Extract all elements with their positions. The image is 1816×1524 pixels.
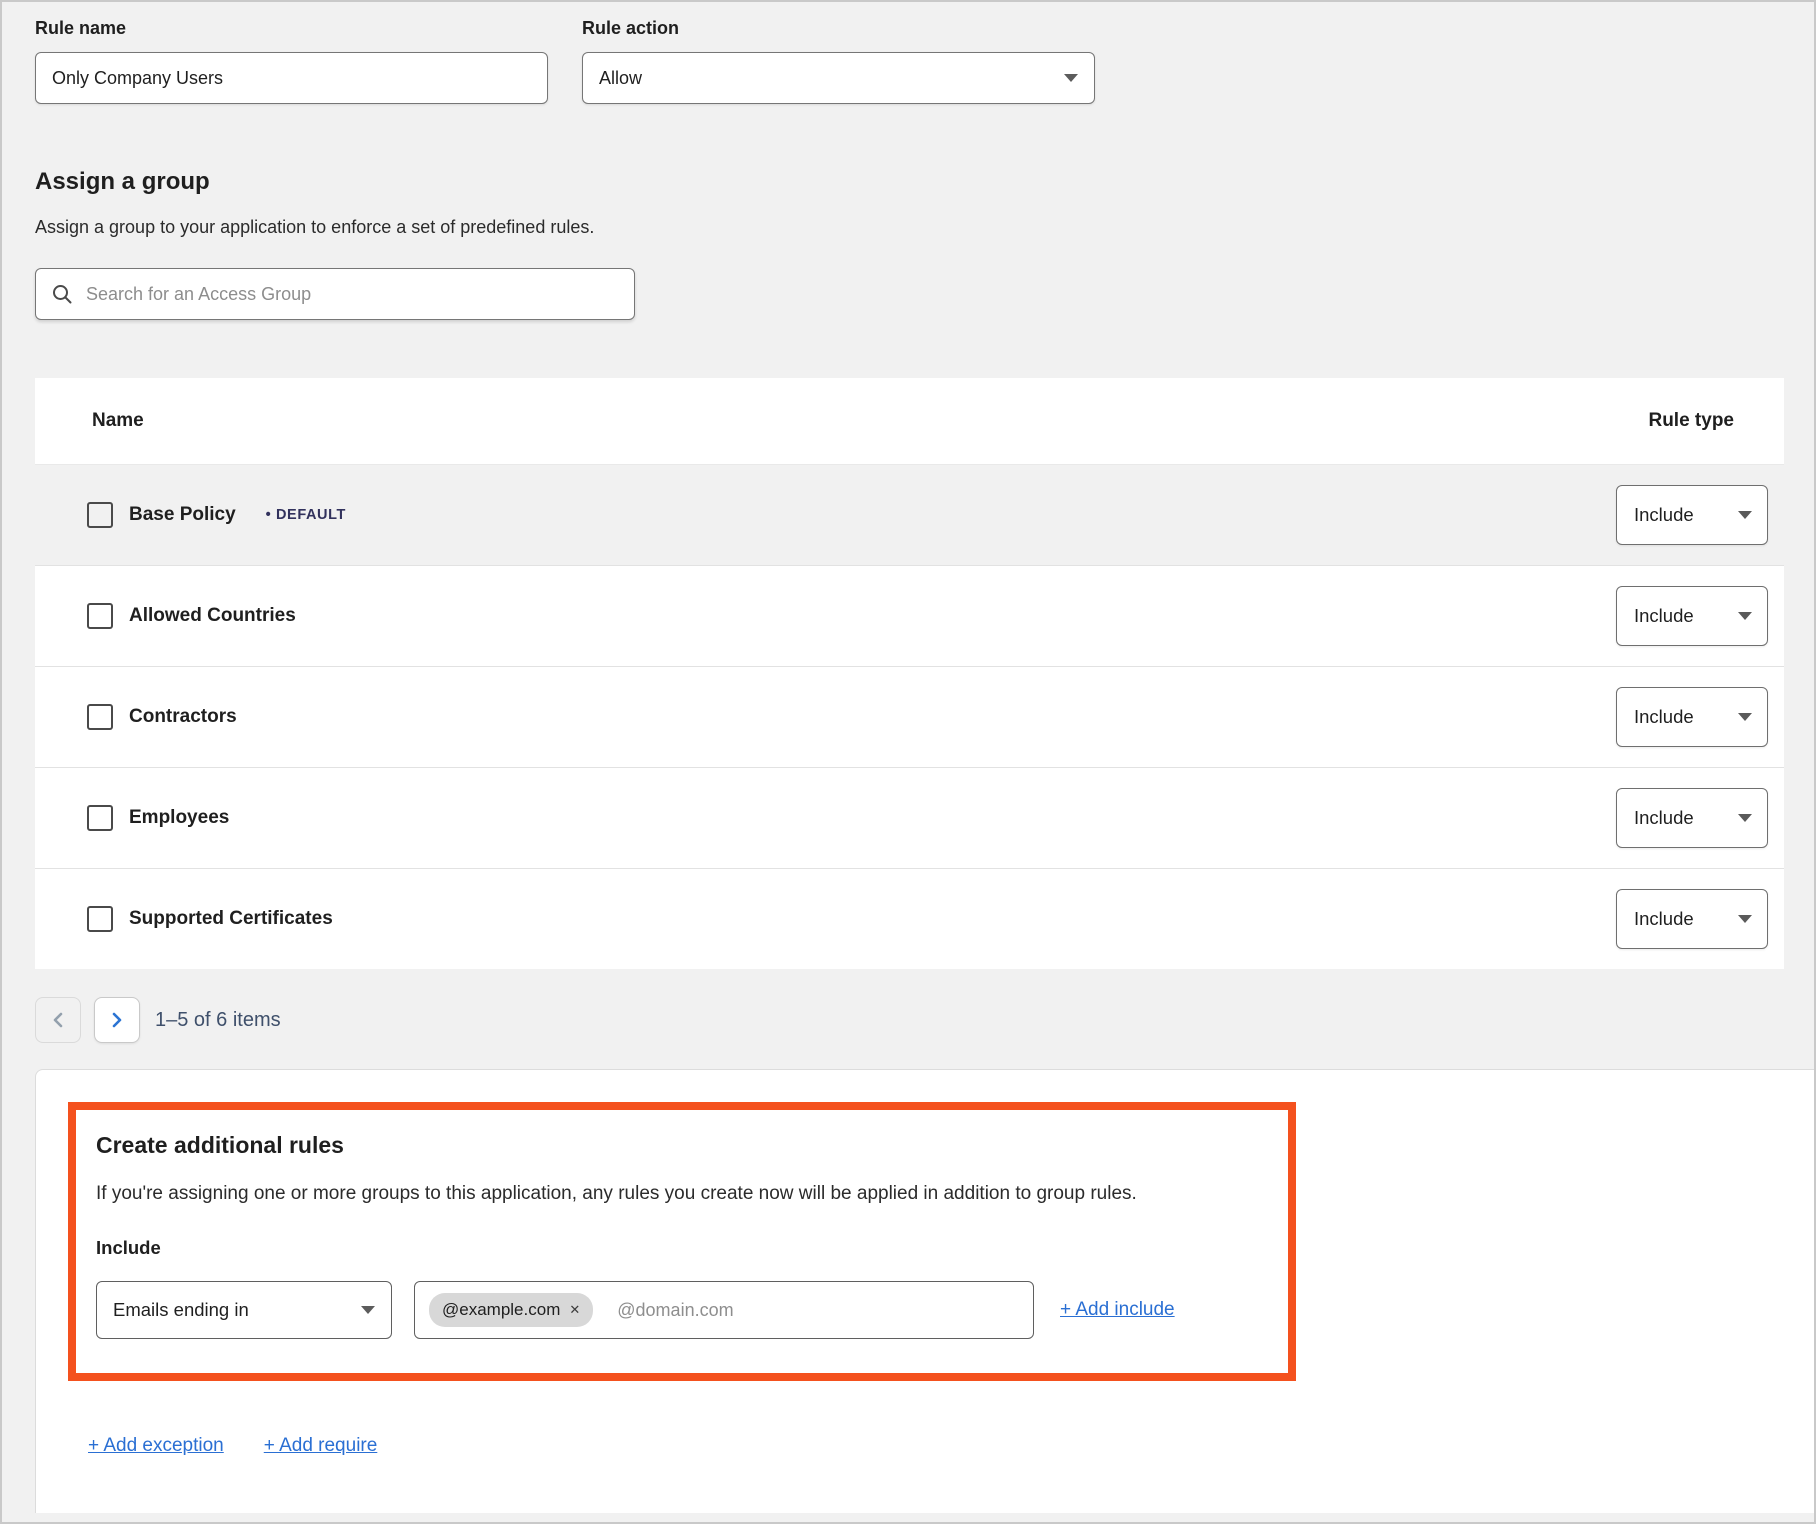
create-additional-rules-highlight: Create additional rules If you're assign… [68, 1102, 1296, 1381]
row-checkbox[interactable] [87, 906, 113, 932]
chevron-down-icon [1738, 612, 1752, 620]
pagination-summary: 1–5 of 6 items [155, 1009, 281, 1032]
table-row-employees: Employees Include [35, 767, 1784, 868]
row-name: Supported Certificates [129, 908, 333, 930]
rule-action-field-group: Rule action Allow [582, 18, 1095, 104]
create-additional-rules-heading: Create additional rules [96, 1132, 1268, 1159]
condition-type-select[interactable]: Emails ending in [96, 1281, 392, 1339]
row-checkbox[interactable] [87, 805, 113, 831]
rule-type-select[interactable]: Include [1616, 485, 1768, 545]
rule-form-row: Rule name Only Company Users Rule action… [35, 18, 1814, 104]
rule-name-value: Only Company Users [52, 68, 223, 89]
row-checkbox[interactable] [87, 502, 113, 528]
row-checkbox[interactable] [87, 704, 113, 730]
column-header-name: Name [92, 410, 144, 432]
chevron-left-icon [51, 1011, 65, 1029]
rule-type-select[interactable]: Include [1616, 889, 1768, 949]
rule-type-value: Include [1634, 504, 1694, 526]
rule-type-value: Include [1634, 807, 1694, 829]
domain-chip-value: @example.com [442, 1300, 560, 1320]
chevron-down-icon [361, 1306, 375, 1314]
chevron-down-icon [1738, 814, 1752, 822]
add-require-link[interactable]: + Add require [264, 1435, 378, 1457]
rule-name-input[interactable]: Only Company Users [35, 52, 548, 104]
add-include-link[interactable]: + Add include [1060, 1299, 1175, 1321]
table-row-contractors: Contractors Include [35, 666, 1784, 767]
rule-type-select[interactable]: Include [1616, 586, 1768, 646]
search-icon [51, 283, 73, 305]
additional-rules-card: Create additional rules If you're assign… [35, 1069, 1814, 1513]
remove-chip-icon[interactable]: ✕ [569, 1302, 580, 1318]
rule-name-label: Rule name [35, 18, 548, 39]
assign-group-heading: Assign a group [35, 168, 1814, 196]
next-page-button[interactable] [94, 997, 140, 1043]
rule-type-select[interactable]: Include [1616, 788, 1768, 848]
rule-type-value: Include [1634, 706, 1694, 728]
footer-links-row: + Add exception + Add require [88, 1435, 1814, 1457]
chevron-down-icon [1738, 713, 1752, 721]
domain-chip: @example.com ✕ [429, 1293, 593, 1327]
access-groups-table: Name Rule type Base Policy • DEFAULT Inc… [35, 378, 1784, 969]
chevron-down-icon [1064, 74, 1078, 82]
table-row-supported-certificates: Supported Certificates Include [35, 868, 1784, 969]
rule-action-select[interactable]: Allow [582, 52, 1095, 104]
rule-name-field-group: Rule name Only Company Users [35, 18, 548, 104]
domain-tag-input[interactable]: @example.com ✕ @domain.com [414, 1281, 1034, 1339]
rule-action-value: Allow [599, 68, 642, 89]
column-header-rule-type: Rule type [1648, 410, 1734, 432]
table-header: Name Rule type [35, 378, 1784, 464]
create-additional-rules-description: If you're assigning one or more groups t… [96, 1183, 1268, 1205]
row-name: Contractors [129, 706, 237, 728]
table-row-base-policy: Base Policy • DEFAULT Include [35, 464, 1784, 565]
condition-type-value: Emails ending in [113, 1299, 249, 1321]
chevron-right-icon [110, 1011, 124, 1029]
assign-group-description: Assign a group to your application to en… [35, 217, 1814, 238]
rule-type-select[interactable]: Include [1616, 687, 1768, 747]
chevron-down-icon [1738, 915, 1752, 923]
previous-page-button[interactable] [35, 997, 81, 1043]
table-row-allowed-countries: Allowed Countries Include [35, 565, 1784, 666]
rule-action-label: Rule action [582, 18, 1095, 39]
access-group-search-input[interactable]: Search for an Access Group [35, 268, 635, 320]
domain-input-placeholder: @domain.com [617, 1300, 733, 1321]
rule-type-value: Include [1634, 908, 1694, 930]
row-name: Employees [129, 807, 229, 829]
rule-type-value: Include [1634, 605, 1694, 627]
chevron-down-icon [1738, 511, 1752, 519]
pagination: 1–5 of 6 items [35, 997, 1814, 1043]
rule-configuration-page: Rule name Only Company Users Rule action… [0, 0, 1816, 1524]
row-name: Allowed Countries [129, 605, 296, 627]
include-condition-row: Emails ending in @example.com ✕ @domain.… [96, 1281, 1268, 1339]
add-exception-link[interactable]: + Add exception [88, 1435, 224, 1457]
search-placeholder: Search for an Access Group [86, 284, 311, 305]
include-section-label: Include [96, 1237, 1268, 1259]
default-badge: • DEFAULT [266, 507, 346, 523]
row-name: Base Policy [129, 504, 236, 526]
row-checkbox[interactable] [87, 603, 113, 629]
